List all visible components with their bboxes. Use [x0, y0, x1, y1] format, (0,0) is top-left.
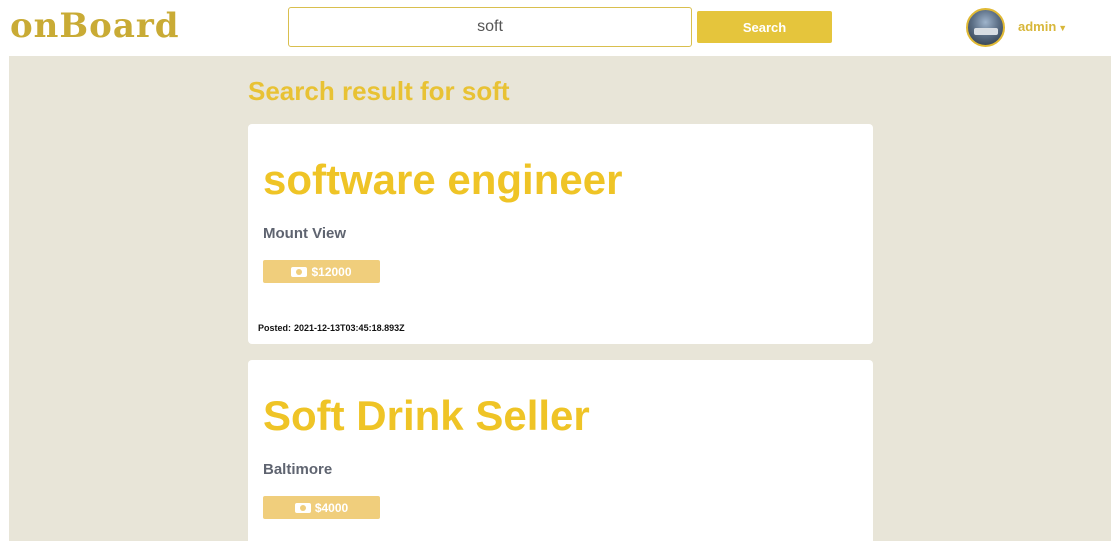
salary-value: $4000: [314, 500, 349, 515]
money-icon: [291, 266, 308, 277]
job-title[interactable]: software engineer: [263, 156, 622, 204]
salary-badge: $4000: [263, 496, 380, 519]
salary-value: $12000: [311, 264, 352, 279]
navbar: onBoard Search admin▼: [0, 0, 1111, 56]
money-icon: [294, 502, 311, 513]
job-card[interactable]: Soft Drink Seller Baltimore $4000: [248, 360, 873, 550]
avatar-image: [974, 28, 998, 35]
job-location: Baltimore: [263, 461, 333, 478]
page-title: Search result for soft: [248, 76, 510, 106]
job-title[interactable]: Soft Drink Seller: [263, 392, 590, 440]
user-menu[interactable]: admin ▼: [1018, 19, 1067, 34]
logo[interactable]: onBoard: [10, 6, 180, 46]
search-input[interactable]: [288, 7, 692, 47]
avatar[interactable]: [966, 8, 1005, 47]
chevron-down-icon: ▼: [1058, 23, 1068, 33]
job-location: Mount View: [263, 225, 347, 242]
user-name: admin: [1018, 19, 1057, 34]
posted-timestamp: 2021-12-13T03:45:18.893Z: [294, 323, 405, 333]
search-button[interactable]: Search: [697, 11, 832, 43]
posted-date: Posted: 2021-12-13T03:45:18.893Z: [258, 323, 405, 333]
posted-label: Posted:: [258, 323, 292, 333]
job-card[interactable]: software engineer Mount View $12000 Post…: [248, 124, 873, 344]
salary-badge: $12000: [263, 260, 380, 283]
